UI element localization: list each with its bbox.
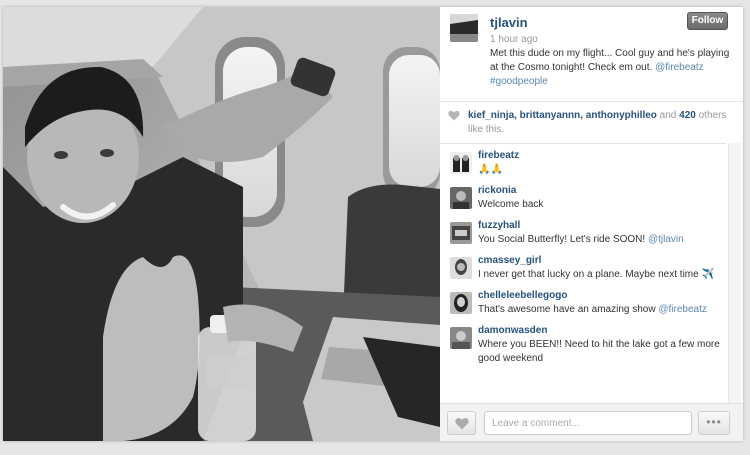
post-photo[interactable] <box>3 7 440 441</box>
heart-icon <box>455 418 469 430</box>
comment-body: Welcome back <box>478 199 544 210</box>
comment-mention[interactable]: @tjlavin <box>648 234 684 245</box>
comment-text: 🙏🙏 <box>478 163 726 177</box>
commenter-avatar[interactable] <box>450 327 472 349</box>
caption-mention[interactable]: @firebeatz <box>655 62 704 73</box>
commenter-username[interactable]: firebeatz <box>478 150 519 161</box>
likes-text: kief_ninja, brittanyannn, anthonyphilleo… <box>450 109 733 137</box>
comment-text: I never get that lucky on a plane. Maybe… <box>478 268 726 282</box>
photo-image <box>3 7 440 441</box>
comment-body: I never get that lucky on a plane. Maybe… <box>478 269 714 280</box>
post-header: tjlavin 1 hour ago Follow Met this dude … <box>440 7 743 101</box>
commenter-username[interactable]: damonwasden <box>478 325 547 336</box>
commenter-username[interactable]: rickonia <box>478 185 516 196</box>
follow-button[interactable]: Follow <box>687 12 728 30</box>
comments-scrollbar[interactable] <box>728 143 741 403</box>
post-modal: tjlavin 1 hour ago Follow Met this dude … <box>3 7 743 441</box>
more-options-icon: ••• <box>706 415 722 429</box>
commenter-avatar-image <box>450 152 472 174</box>
commenter-avatar[interactable] <box>450 152 472 174</box>
likes-count[interactable]: 420 <box>679 110 696 121</box>
comment-body: That's awesome have an amazing show <box>478 304 659 315</box>
commenter-avatar[interactable] <box>450 187 472 209</box>
commenter-username[interactable]: chelleleebellegogo <box>478 290 567 301</box>
likes-connector: and <box>656 110 680 121</box>
comment-input[interactable] <box>484 411 692 435</box>
author-avatar[interactable] <box>450 14 478 42</box>
comment-body: 🙏🙏 <box>478 164 503 175</box>
commenter-avatar-image <box>450 327 472 349</box>
commenter-avatar-image <box>450 187 472 209</box>
comments-list: firebeatz 🙏🙏 rickonia Welcome back fuzzy… <box>440 143 726 403</box>
like-button[interactable] <box>447 411 476 435</box>
commenter-avatar-image <box>450 222 472 244</box>
caption-hashtag[interactable]: #goodpeople <box>490 76 548 87</box>
commenter-username[interactable]: cmassey_girl <box>478 255 541 266</box>
author-avatar-image <box>450 14 478 42</box>
commenter-avatar[interactable] <box>450 292 472 314</box>
commenter-avatar-image <box>450 257 472 279</box>
comment-text: That's awesome have an amazing show @fir… <box>478 303 726 317</box>
author-username[interactable]: tjlavin <box>490 15 528 30</box>
post-timestamp: 1 hour ago <box>490 34 538 45</box>
likes-summary: kief_ninja, brittanyannn, anthonyphilleo… <box>440 101 743 143</box>
liker-names[interactable]: kief_ninja, brittanyannn, anthonyphilleo <box>468 110 657 121</box>
post-sidebar: tjlavin 1 hour ago Follow Met this dude … <box>440 7 743 441</box>
comment-text: Welcome back <box>478 198 726 212</box>
post-caption: Met this dude on my flight... Cool guy a… <box>490 47 730 89</box>
comment-footer: ••• <box>440 403 743 441</box>
comment-mention[interactable]: @firebeatz <box>658 304 707 315</box>
comment-body: Where you BEEN!! Need to hit the lake go… <box>478 339 720 364</box>
commenter-username[interactable]: fuzzyhall <box>478 220 520 231</box>
commenter-avatar-image <box>450 292 472 314</box>
comment-text: Where you BEEN!! Need to hit the lake go… <box>478 338 726 366</box>
comment-text: You Social Butterfly! Let's ride SOON! @… <box>478 233 726 247</box>
commenter-avatar[interactable] <box>450 222 472 244</box>
commenter-avatar[interactable] <box>450 257 472 279</box>
more-options-button[interactable]: ••• <box>698 411 730 435</box>
heart-icon <box>448 110 460 121</box>
comment-body: You Social Butterfly! Let's ride SOON! <box>478 234 648 245</box>
